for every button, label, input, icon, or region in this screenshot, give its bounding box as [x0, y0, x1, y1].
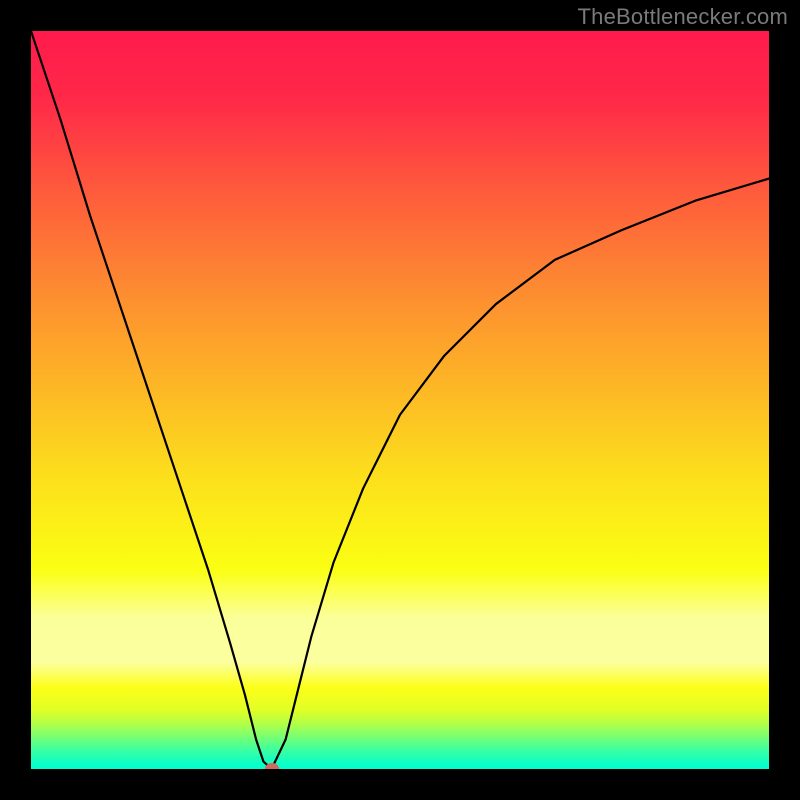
curve-layer [31, 31, 769, 769]
attribution-label: TheBottlenecker.com [578, 4, 788, 30]
bottleneck-curve-path [31, 31, 769, 769]
chart-frame: TheBottlenecker.com [0, 0, 800, 800]
current-point-marker [265, 763, 279, 769]
plot-area [31, 31, 769, 769]
